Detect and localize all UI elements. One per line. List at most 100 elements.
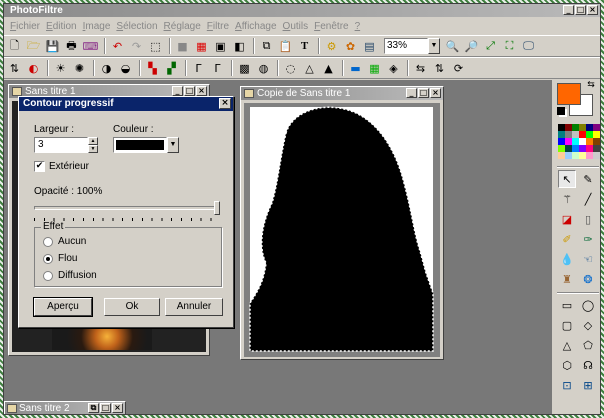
minimize-button[interactable]: _ bbox=[172, 86, 183, 96]
open-icon[interactable]: 🗁 bbox=[25, 38, 42, 55]
window-icon[interactable]: ▤ bbox=[361, 38, 378, 55]
undo-icon[interactable]: ↶ bbox=[109, 38, 126, 55]
actual-size-icon[interactable]: ⛶ bbox=[501, 38, 518, 55]
fit-window-icon[interactable]: ⤢ bbox=[482, 38, 499, 55]
polygon-selection-icon[interactable]: ⬡ bbox=[558, 356, 576, 374]
reset-colors-icon[interactable] bbox=[557, 107, 565, 115]
saturation-minus-icon[interactable]: ▞ bbox=[163, 60, 180, 77]
palette-swatch[interactable] bbox=[579, 152, 586, 159]
menu-item-2[interactable]: Image bbox=[80, 21, 114, 32]
paste-icon[interactable]: 📋 bbox=[277, 38, 294, 55]
fullscreen-icon[interactable]: 🖵 bbox=[520, 38, 537, 55]
palette-swatch[interactable] bbox=[593, 152, 600, 159]
spray-icon[interactable]: ▯ bbox=[579, 210, 597, 228]
color-palette[interactable] bbox=[558, 124, 600, 159]
sharpen-icon[interactable]: △ bbox=[301, 60, 318, 77]
gamma-minus-icon[interactable]: Γ bbox=[209, 60, 226, 77]
ellipse-selection-icon[interactable]: ◯ bbox=[579, 296, 597, 314]
texture-icon[interactable]: ▦ bbox=[366, 60, 383, 77]
palette-swatch[interactable] bbox=[579, 138, 586, 145]
palette-swatch[interactable] bbox=[558, 131, 565, 138]
close-button[interactable]: × bbox=[112, 403, 123, 413]
palette-swatch[interactable] bbox=[579, 124, 586, 131]
palette-swatch[interactable] bbox=[593, 131, 600, 138]
palette-swatch[interactable] bbox=[593, 124, 600, 131]
menu-item-0[interactable]: Fichier bbox=[7, 21, 43, 32]
saturation-plus-icon[interactable]: ▚ bbox=[144, 60, 161, 77]
ok-button[interactable]: Ok bbox=[104, 298, 160, 316]
triangle-selection-icon[interactable]: △ bbox=[558, 336, 576, 354]
magic-wand-icon[interactable]: ⚚ bbox=[558, 190, 576, 208]
exterior-checkbox[interactable]: ✔ Extérieur bbox=[34, 161, 89, 172]
document-window-2-titlebar[interactable]: Copie de Sans titre 1 _ □ × bbox=[241, 87, 443, 100]
image-size-icon[interactable]: ▣ bbox=[212, 38, 229, 55]
clone-stamp-icon[interactable]: ♜ bbox=[558, 270, 576, 288]
palette-swatch[interactable] bbox=[586, 124, 593, 131]
palette-swatch[interactable] bbox=[565, 145, 572, 152]
palette-swatch[interactable] bbox=[558, 152, 565, 159]
swap-colors-icon[interactable]: ⇆ bbox=[584, 78, 598, 92]
copy-icon[interactable]: ⧉ bbox=[258, 38, 275, 55]
palette-swatch[interactable] bbox=[565, 152, 572, 159]
slider-thumb[interactable] bbox=[214, 201, 220, 215]
close-button[interactable]: × bbox=[430, 88, 441, 98]
gamma-plus-icon[interactable]: Γ bbox=[190, 60, 207, 77]
maximize-button[interactable]: □ bbox=[100, 403, 111, 413]
new-icon[interactable]: 🗋 bbox=[6, 38, 23, 55]
palette-swatch[interactable] bbox=[558, 138, 565, 145]
palette-swatch[interactable] bbox=[565, 138, 572, 145]
transparency-icon[interactable]: ◧ bbox=[231, 38, 248, 55]
menu-item-4[interactable]: Réglage bbox=[161, 21, 204, 32]
lightning-icon[interactable]: ◈ bbox=[385, 60, 402, 77]
center-selection-icon[interactable]: ⊞ bbox=[579, 376, 597, 394]
palette-swatch[interactable] bbox=[572, 124, 579, 131]
save-icon[interactable]: 💾 bbox=[44, 38, 61, 55]
menu-item-7[interactable]: Outils bbox=[280, 21, 312, 32]
close-button[interactable]: × bbox=[587, 5, 598, 15]
menu-item-1[interactable]: Edition bbox=[43, 21, 80, 32]
width-spinner[interactable]: 3 ▲ ▼ bbox=[34, 137, 98, 153]
spin-down-icon[interactable]: ▼ bbox=[88, 145, 98, 153]
zoom-out-icon[interactable]: 🔎 bbox=[463, 38, 480, 55]
effect-radio-diffusion[interactable]: Diffusion bbox=[43, 270, 97, 281]
chevron-down-icon[interactable]: ▼ bbox=[167, 137, 179, 153]
maximize-button[interactable]: □ bbox=[184, 86, 195, 96]
palette-swatch[interactable] bbox=[586, 131, 593, 138]
color-palette-icon[interactable]: ▦ bbox=[193, 38, 210, 55]
brightness-plus-icon[interactable]: ☀ bbox=[52, 60, 69, 77]
contrast-plus-icon[interactable]: ◑ bbox=[98, 60, 115, 77]
deform-icon[interactable]: ❂ bbox=[579, 270, 597, 288]
palette-swatch[interactable] bbox=[572, 131, 579, 138]
document-window-2[interactable]: Copie de Sans titre 1 _ □ × bbox=[240, 86, 444, 360]
magnetic-lasso-icon[interactable]: ☊ bbox=[579, 356, 597, 374]
restore-button[interactable]: ⧉ bbox=[88, 403, 99, 413]
opacity-slider[interactable] bbox=[34, 201, 222, 223]
brightness-minus-icon[interactable]: ✺ bbox=[71, 60, 88, 77]
palette-swatch[interactable] bbox=[572, 152, 579, 159]
rectangle-selection-icon[interactable]: ▭ bbox=[558, 296, 576, 314]
zoom-in-icon[interactable]: 🔍 bbox=[444, 38, 461, 55]
zoom-select[interactable]: 33% ▼ bbox=[384, 38, 440, 54]
rectangle-icon[interactable]: ■ bbox=[174, 38, 191, 55]
dialog-close-button[interactable]: × bbox=[219, 98, 231, 109]
menu-item-9[interactable]: ? bbox=[352, 21, 364, 32]
color-swatch[interactable] bbox=[113, 137, 167, 153]
sharpen-more-icon[interactable]: ▲ bbox=[320, 60, 337, 77]
maximize-button[interactable]: □ bbox=[575, 5, 586, 15]
document-2-canvas[interactable] bbox=[244, 103, 440, 357]
minimize-button[interactable]: _ bbox=[406, 88, 417, 98]
fill-bucket-icon[interactable]: ◪ bbox=[558, 210, 576, 228]
auto-contrast-icon[interactable]: ◐ bbox=[25, 60, 42, 77]
minimized-window-3[interactable]: Sans titre 2 ⧉ □ × bbox=[4, 401, 126, 414]
palette-swatch[interactable] bbox=[558, 145, 565, 152]
color-select[interactable]: ▼ bbox=[113, 137, 179, 153]
zoom-value[interactable]: 33% bbox=[384, 38, 428, 54]
chevron-down-icon[interactable]: ▼ bbox=[428, 38, 440, 54]
close-button[interactable]: × bbox=[196, 86, 207, 96]
auto-levels-icon[interactable]: ⇅ bbox=[6, 60, 23, 77]
palette-swatch[interactable] bbox=[593, 138, 600, 145]
sepia-icon[interactable]: ◍ bbox=[255, 60, 272, 77]
palette-swatch[interactable] bbox=[572, 138, 579, 145]
foreground-color[interactable] bbox=[557, 83, 581, 105]
blur-icon[interactable]: ◌ bbox=[282, 60, 299, 77]
